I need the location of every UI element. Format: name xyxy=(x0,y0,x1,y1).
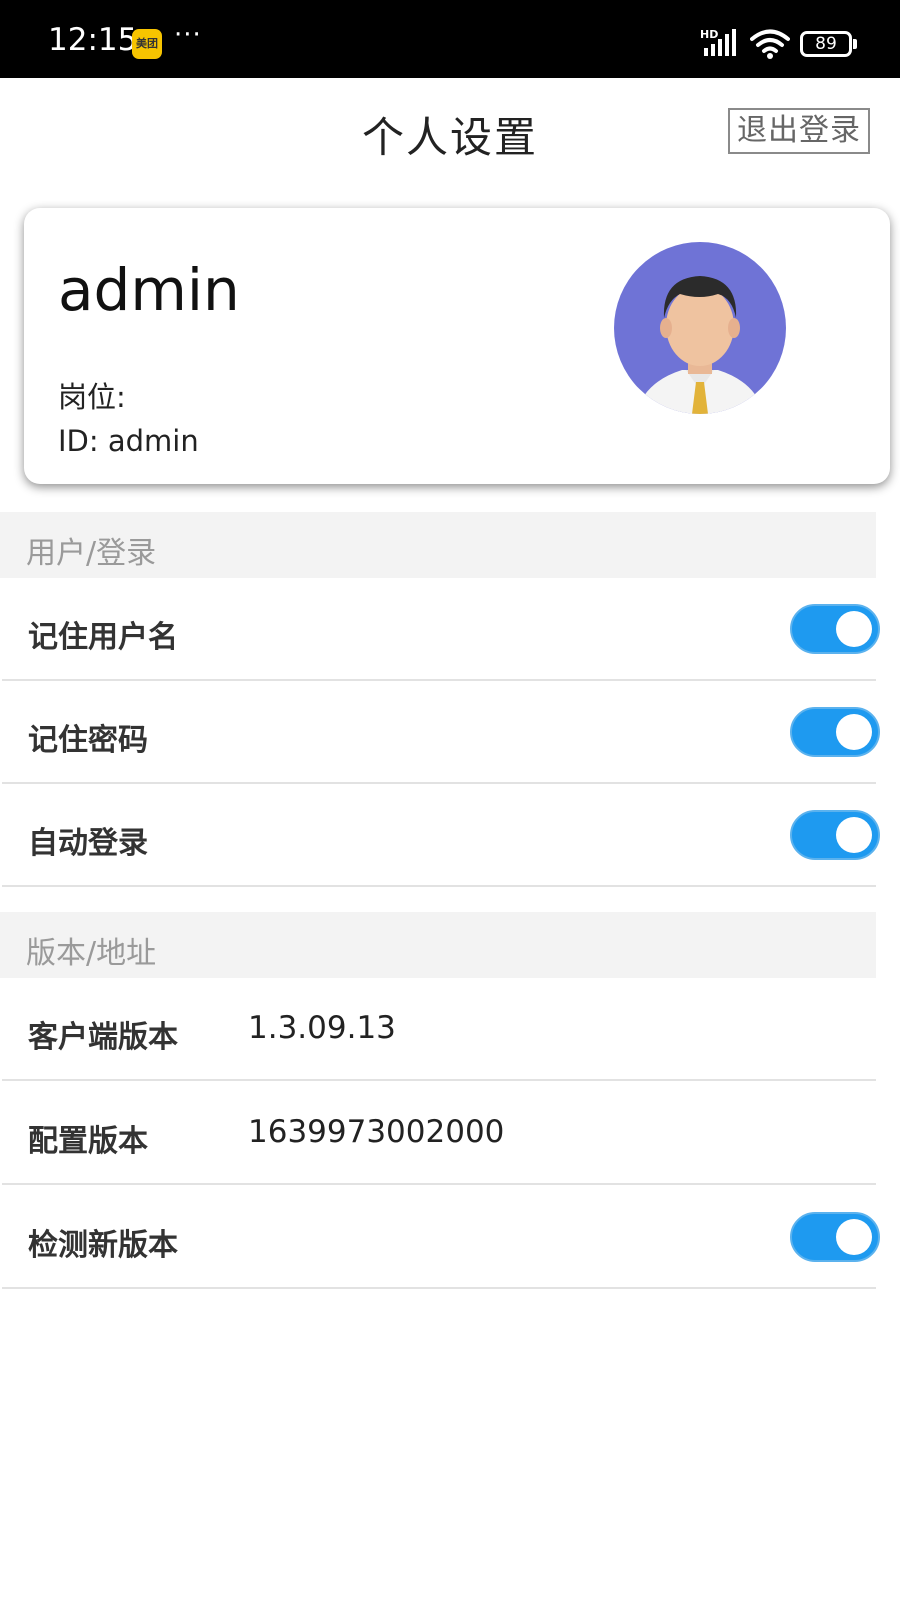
auto-login-row: 自动登录 xyxy=(2,784,880,887)
user-avatar-icon xyxy=(636,276,764,414)
toggle-knob xyxy=(836,611,872,647)
toggle-knob xyxy=(836,1219,872,1255)
remember-password-row: 记住密码 xyxy=(2,681,880,784)
network-type-label: HD xyxy=(700,28,718,41)
status-bar: 12:15 美团 ··· HD 89 xyxy=(0,0,900,78)
section-title: 用户/登录 xyxy=(26,536,157,571)
avatar[interactable] xyxy=(614,242,786,414)
row-label: 记住密码 xyxy=(28,723,148,758)
battery-level: 89 xyxy=(815,34,837,54)
remember-username-toggle[interactable] xyxy=(790,604,880,654)
remember-username-row: 记住用户名 xyxy=(2,578,880,681)
wifi-icon xyxy=(750,29,790,59)
row-label: 客户端版本 xyxy=(28,1020,178,1055)
page-header: 个人设置 退出登录 xyxy=(0,78,900,186)
cellular-signal-icon: HD xyxy=(700,28,736,56)
row-label: 检测新版本 xyxy=(28,1228,178,1263)
row-label: 记住用户名 xyxy=(28,620,178,655)
status-time: 12:15 xyxy=(48,22,138,58)
client-version-row: 客户端版本 1.3.09.13 xyxy=(2,978,876,1081)
check-new-version-row: 检测新版本 xyxy=(2,1186,880,1289)
position-label: 岗位: xyxy=(58,380,126,414)
section-header-version: 版本/地址 xyxy=(0,912,876,978)
remember-password-toggle[interactable] xyxy=(790,707,880,757)
username: admin xyxy=(58,256,240,324)
config-version-value: 1639973002000 xyxy=(248,1114,505,1150)
auto-login-toggle[interactable] xyxy=(790,810,880,860)
profile-card: admin 岗位: ID: admin xyxy=(24,208,890,484)
config-version-row: 配置版本 1639973002000 xyxy=(2,1082,876,1185)
check-new-version-toggle[interactable] xyxy=(790,1212,880,1262)
row-label: 自动登录 xyxy=(28,826,148,861)
user-id-label: ID: admin xyxy=(58,424,199,458)
battery-icon: 89 xyxy=(800,31,852,57)
logout-button[interactable]: 退出登录 xyxy=(728,108,870,154)
toggle-knob xyxy=(836,714,872,750)
section-header-user-login: 用户/登录 xyxy=(0,512,876,578)
meituan-app-icon: 美团 xyxy=(132,29,162,59)
toggle-knob xyxy=(836,817,872,853)
client-version-value: 1.3.09.13 xyxy=(248,1010,396,1046)
more-notifications-icon: ··· xyxy=(174,20,202,50)
section-title: 版本/地址 xyxy=(26,936,157,971)
row-label: 配置版本 xyxy=(28,1124,148,1159)
battery-tip xyxy=(853,39,857,49)
